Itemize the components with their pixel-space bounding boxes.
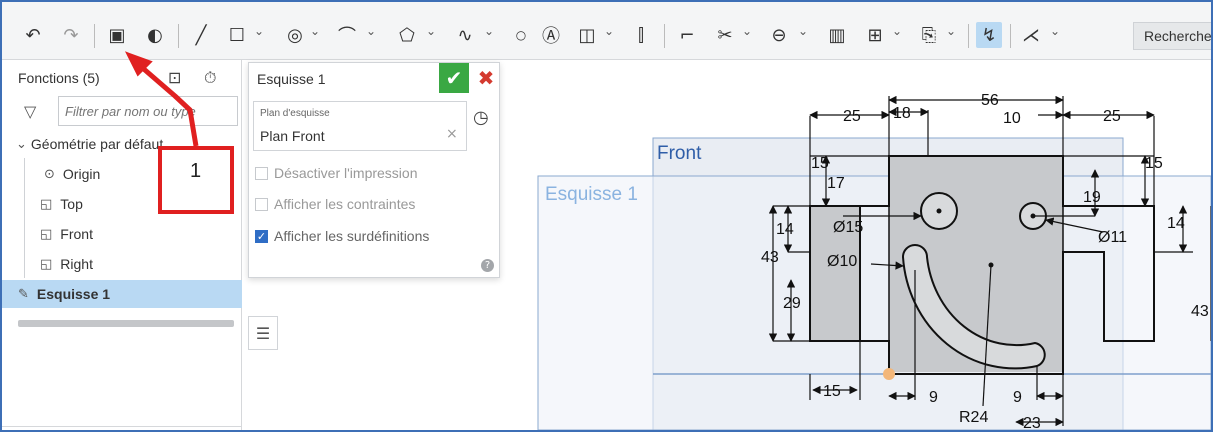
- annotation-arrow: [124, 51, 199, 147]
- annotation-number: 1: [190, 160, 202, 182]
